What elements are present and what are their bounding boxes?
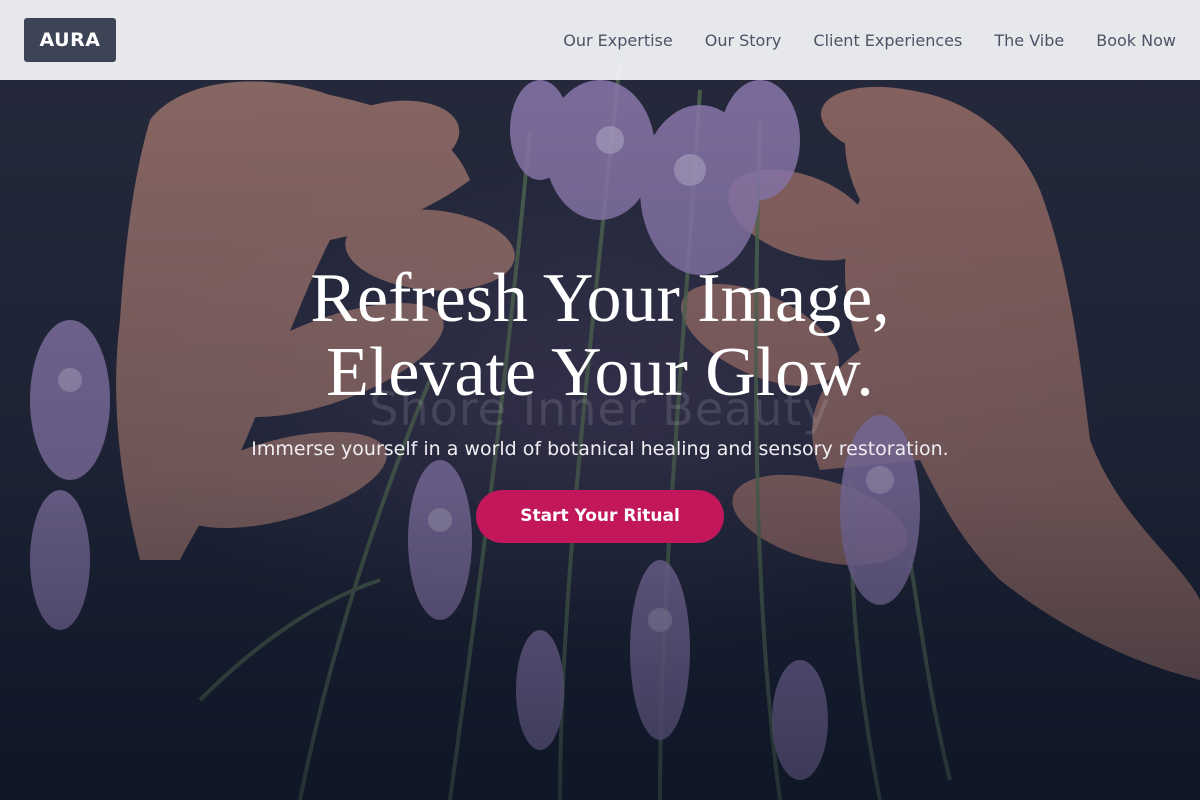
top-navbar: AURA Our Expertise Our Story Client Expe…: [0, 0, 1200, 80]
hero-content: Refresh Your Image, Elevate Your Glow. I…: [0, 262, 1200, 543]
hero-headline-line-1: Refresh Your Image,: [310, 260, 890, 337]
brand-logo[interactable]: AURA: [24, 18, 116, 62]
nav-links: Our Expertise Our Story Client Experienc…: [563, 31, 1176, 50]
hero-headline: Refresh Your Image, Elevate Your Glow.: [0, 262, 1200, 410]
hero-section: Shore Inner Beauty Refresh Your Image, E…: [0, 0, 1200, 800]
nav-link-the-vibe[interactable]: The Vibe: [994, 31, 1064, 50]
nav-link-our-story[interactable]: Our Story: [705, 31, 782, 50]
start-ritual-button[interactable]: Start Your Ritual: [476, 490, 724, 543]
nav-link-client-experiences[interactable]: Client Experiences: [813, 31, 962, 50]
hero-headline-line-2: Elevate Your Glow.: [326, 334, 874, 411]
nav-link-book-now[interactable]: Book Now: [1096, 31, 1176, 50]
hero-subtext: Immerse yourself in a world of botanical…: [251, 438, 949, 460]
nav-link-our-expertise[interactable]: Our Expertise: [563, 31, 672, 50]
